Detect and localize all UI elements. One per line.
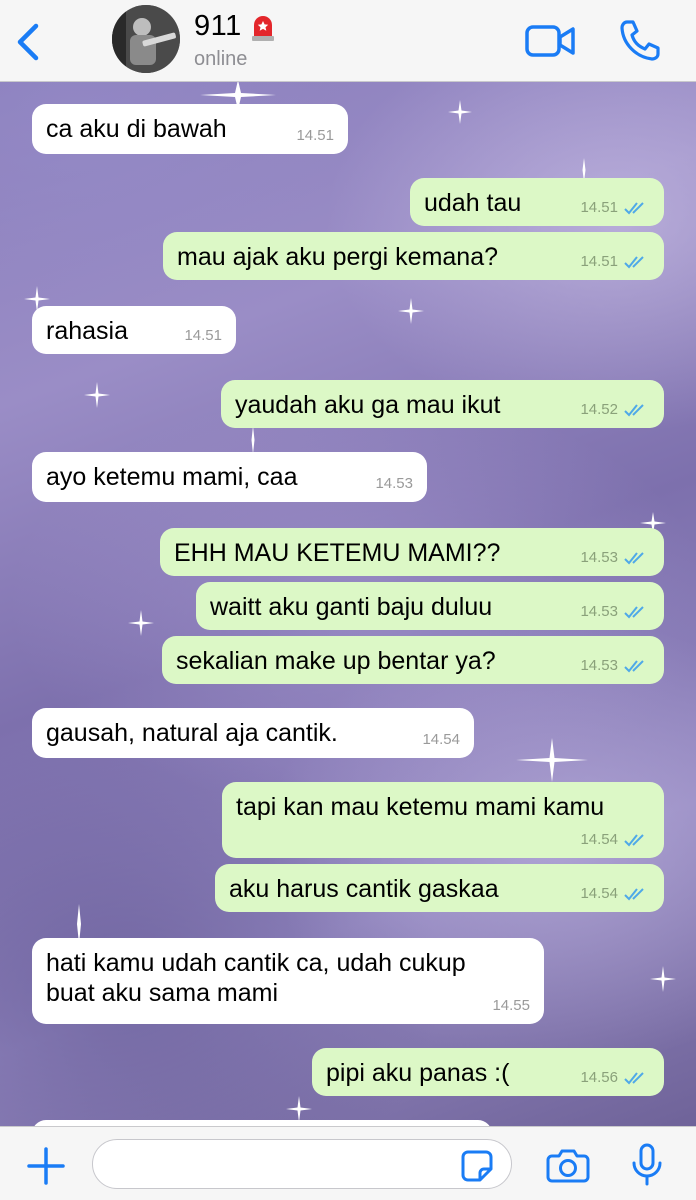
rotating-light-icon [250, 12, 276, 42]
microphone-icon [632, 1143, 662, 1186]
chat-area[interactable]: ca aku di bawah 14.51 udah tau 14.51 mau… [0, 82, 696, 1126]
plus-icon [27, 1147, 65, 1185]
outgoing-message[interactable]: tapi kan mau ketemu mami kamu 14.54 [222, 782, 664, 858]
sparkle-icon [650, 966, 676, 992]
message-text: ayo ketemu mami, caa [46, 463, 298, 491]
outgoing-message[interactable]: EHH MAU KETEMU MAMI?? 14.53 [160, 528, 664, 576]
outgoing-message[interactable]: sekalian make up bentar ya? 14.53 [162, 636, 664, 684]
timestamp: 14.53 [580, 549, 618, 566]
incoming-message[interactable]: ca aku di bawah 14.51 [32, 104, 348, 154]
phone-icon [620, 20, 660, 61]
timestamp: 14.51 [580, 199, 618, 216]
read-ticks-icon [624, 201, 644, 214]
camera-icon [546, 1149, 590, 1183]
message-text: hati kamu udah cantik ca, udah cukup bua… [46, 949, 466, 1007]
video-call-button[interactable] [524, 22, 576, 60]
timestamp: 14.55 [492, 997, 530, 1014]
message-time: 14.52 [580, 401, 650, 418]
sticker-icon [461, 1150, 493, 1182]
chat-header: 911 online [0, 0, 696, 82]
sparkle-icon [398, 298, 424, 324]
camera-button[interactable] [546, 1147, 590, 1183]
message-time: 14.54 [580, 885, 650, 902]
read-ticks-icon [624, 659, 644, 672]
contact-status: online [194, 48, 248, 70]
message-text: sekalian make up bentar ya? [176, 647, 496, 675]
contact-name-text: 911 [194, 10, 242, 42]
read-ticks-icon [624, 833, 644, 846]
timestamp: 14.54 [422, 731, 460, 748]
message-text: ca aku di bawah [46, 115, 227, 143]
outgoing-message[interactable]: mau ajak aku pergi kemana? 14.51 [163, 232, 664, 280]
timestamp: 14.54 [580, 831, 618, 848]
outgoing-message[interactable]: pipi aku panas :( 14.56 [312, 1048, 664, 1096]
contact-name[interactable]: 911 [194, 10, 276, 43]
voice-call-button[interactable] [618, 18, 660, 62]
incoming-message[interactable]: rahasia 14.51 [32, 306, 236, 354]
outgoing-message[interactable]: waitt aku ganti baju duluu 14.53 [196, 582, 664, 630]
read-ticks-icon [624, 551, 644, 564]
message-time: 14.51 [184, 327, 222, 344]
sparkle-icon [448, 100, 472, 124]
incoming-message[interactable]: ayo ketemu mami, caa 14.53 [32, 452, 427, 502]
message-time: 14.54 [422, 731, 460, 748]
message-text: tapi kan mau ketemu mami kamu [236, 793, 605, 821]
video-camera-icon [525, 25, 575, 57]
microphone-button[interactable] [630, 1143, 664, 1187]
timestamp: 14.53 [580, 603, 618, 620]
message-time: 14.51 [580, 199, 650, 216]
message-time: 14.54 [580, 831, 650, 848]
read-ticks-icon [624, 255, 644, 268]
read-ticks-icon [624, 1071, 644, 1084]
message-time: 14.56 [580, 1069, 650, 1086]
message-time: 14.53 [375, 475, 413, 492]
outgoing-message[interactable]: udah tau 14.51 [410, 178, 664, 226]
sparkle-icon [248, 426, 258, 454]
sparkle-icon [516, 738, 588, 782]
message-composer [0, 1126, 696, 1200]
sparkle-icon [84, 382, 110, 408]
message-time: 14.53 [580, 603, 650, 620]
message-text: EHH MAU KETEMU MAMI?? [174, 539, 501, 567]
outgoing-message[interactable]: aku harus cantik gaskaa 14.54 [215, 864, 664, 912]
message-text: gausah, natural aja cantik. [46, 719, 338, 747]
timestamp: 14.53 [375, 475, 413, 492]
sparkle-icon [286, 1096, 312, 1122]
message-time: 14.51 [580, 253, 650, 270]
back-button[interactable] [12, 20, 46, 64]
timestamp: 14.54 [580, 885, 618, 902]
contact-avatar[interactable] [112, 5, 180, 73]
message-time: 14.55 [492, 997, 530, 1014]
timestamp: 14.51 [580, 253, 618, 270]
message-time: 14.53 [580, 549, 650, 566]
message-input[interactable] [92, 1139, 512, 1189]
timestamp: 14.51 [296, 127, 334, 144]
message-text: mau ajak aku pergi kemana? [177, 243, 499, 271]
sparkle-icon [128, 610, 154, 636]
incoming-message[interactable]: hati kamu udah cantik ca, udah cukup bua… [32, 938, 544, 1024]
timestamp: 14.52 [580, 401, 618, 418]
read-ticks-icon [624, 403, 644, 416]
read-ticks-icon [624, 887, 644, 900]
outgoing-message[interactable]: yaudah aku ga mau ikut 14.52 [221, 380, 664, 428]
sticker-button[interactable] [460, 1149, 494, 1183]
incoming-message[interactable]: gausah, natural aja cantik. 14.54 [32, 708, 474, 758]
message-time: 14.51 [296, 127, 334, 144]
attach-button[interactable] [26, 1146, 66, 1186]
message-time: 14.53 [580, 657, 650, 674]
chevron-left-icon [17, 23, 39, 61]
timestamp: 14.56 [580, 1069, 618, 1086]
timestamp: 14.53 [580, 657, 618, 674]
read-ticks-icon [624, 605, 644, 618]
timestamp: 14.51 [184, 327, 222, 344]
